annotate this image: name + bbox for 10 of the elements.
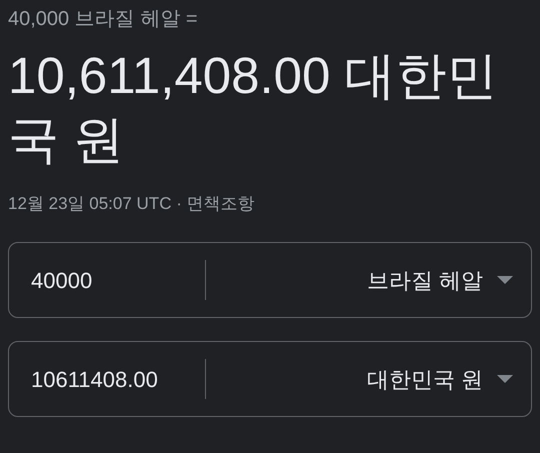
caret-icon — [497, 375, 513, 383]
amount-field[interactable]: 40000 — [9, 264, 205, 296]
source-amount: 40,000 브라질 헤알 = — [8, 7, 199, 32]
caret-icon — [497, 276, 513, 284]
amount-field[interactable]: 10611408.00 — [9, 362, 205, 396]
disclaimer-link[interactable]: 면책조항 — [186, 192, 255, 216]
currency-dropdown[interactable]: 대한민국 원 — [206, 362, 531, 396]
currency-dropdown[interactable]: 브라질 헤알 — [206, 264, 531, 296]
update-time: 12월 23일 05:07 UTC · — [8, 193, 183, 215]
converted-amount: 10,611,408.00 대한민국 원 — [8, 46, 499, 170]
